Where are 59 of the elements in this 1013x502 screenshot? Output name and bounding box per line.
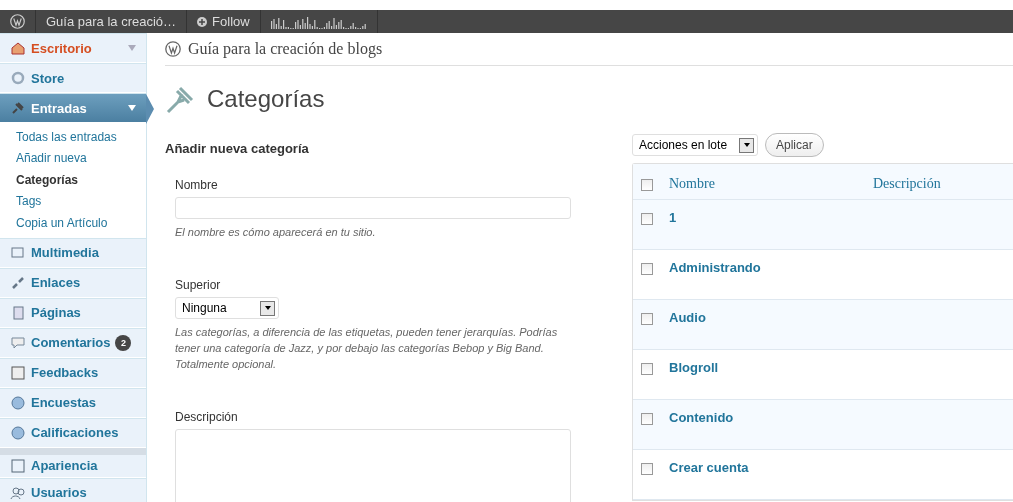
checkbox[interactable]	[641, 363, 653, 375]
field-label: Superior	[175, 278, 222, 292]
checkbox[interactable]	[641, 213, 653, 225]
submenu-item[interactable]: Tags	[0, 190, 146, 212]
category-link[interactable]: Contenido	[669, 410, 734, 425]
category-link[interactable]: Crear cuenta	[669, 460, 749, 475]
stats-sparkline[interactable]	[270, 14, 367, 29]
menu-item[interactable]: Apariencia	[0, 447, 146, 478]
checkbox[interactable]	[641, 179, 653, 191]
menu-item[interactable]: Multimedia	[0, 237, 146, 268]
radio-icon	[10, 424, 26, 441]
checkbox[interactable]	[641, 263, 653, 275]
name-input-field[interactable]	[175, 197, 571, 219]
people-icon	[10, 484, 26, 501]
menu-item[interactable]: Encuestas	[0, 387, 146, 418]
field-label: Descripción	[175, 410, 239, 424]
category-link[interactable]: Audio	[669, 310, 706, 325]
site-title[interactable]: Guía para la creación de blogs	[188, 40, 383, 58]
description-field[interactable]	[175, 429, 571, 502]
menu-item[interactable]: Calificaciones	[0, 417, 146, 448]
category-link[interactable]: Administrando	[669, 260, 761, 275]
menu-item[interactable]: Escritorio	[0, 33, 146, 63]
media-icon	[10, 244, 26, 261]
field-label: Nombre	[175, 178, 219, 192]
checkbox[interactable]	[641, 313, 653, 325]
page-title: Categorías	[207, 84, 325, 113]
column-header[interactable]: Descripción	[873, 176, 941, 192]
checkbox[interactable]	[641, 463, 653, 475]
plus-icon	[197, 16, 208, 27]
field-hint: El nombre es cómo aparecerá en tu sitio.	[175, 225, 377, 240]
submenu-item[interactable]: Copia un Artículo	[0, 212, 146, 234]
submenu-item[interactable]: Todas las entradas	[0, 126, 146, 148]
checkbox[interactable]	[641, 413, 653, 425]
category-link[interactable]: Blogroll	[669, 360, 719, 375]
wordpress-logo-icon[interactable]	[10, 14, 25, 29]
radio-icon	[10, 394, 26, 411]
field-hint: Las categorías, a diferencia de las etiquetas, pueden tener jerarquías. Podrías tener una categoría de Jazz, y por debajo las categorías Bebop y Big Band. Totalmente opcional.	[175, 325, 559, 372]
form-title: Añadir nueva categoría	[165, 141, 310, 156]
menu-item[interactable]: Enlaces	[0, 267, 146, 298]
menu-item[interactable]: Comentarios 2	[0, 327, 146, 358]
count-badge: 2	[115, 334, 132, 351]
bulk-actions-dropdown[interactable]: Acciones en lote	[632, 134, 758, 156]
menu-item[interactable]: Usuarios	[0, 477, 146, 502]
follow-button[interactable]: Follow	[187, 10, 261, 33]
menu-item[interactable]: Páginas	[0, 297, 146, 328]
menu-item[interactable]: Feedbacks	[0, 357, 146, 388]
apply-button[interactable]: Aplicar	[765, 133, 824, 157]
speech-bubble-icon	[10, 334, 26, 351]
pages-icon	[10, 304, 26, 321]
house-icon	[10, 40, 26, 56]
category-link[interactable]: 1	[669, 210, 677, 225]
site-link[interactable]: Guía para la creació…	[36, 10, 188, 33]
caret-icon[interactable]	[260, 300, 275, 316]
parent-dropdown[interactable]: Ninguna	[175, 297, 279, 319]
submenu-item[interactable]: Añadir nueva	[0, 147, 146, 169]
wordpress-logo-icon	[165, 41, 181, 57]
submenu-item[interactable]: Categorías	[0, 169, 146, 191]
column-header[interactable]: Nombre	[669, 176, 873, 192]
caret-icon[interactable]	[739, 137, 754, 153]
